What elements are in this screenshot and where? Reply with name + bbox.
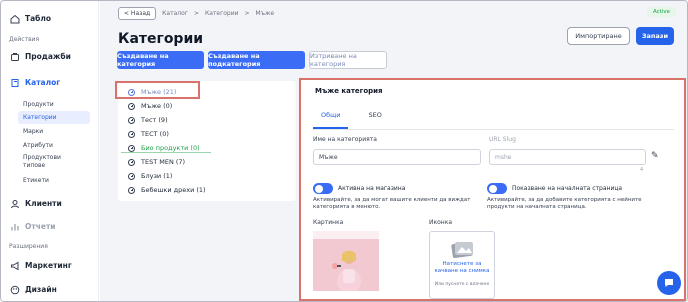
expand-icon[interactable]: [128, 130, 135, 138]
expand-icon[interactable]: [128, 158, 135, 166]
image-label: Картинка: [313, 219, 344, 226]
sidebar-item-label: Каталог: [25, 78, 61, 87]
icon-upload-dropzone[interactable]: Натиснете за качване на снимка Или пусне…: [429, 231, 495, 299]
import-button[interactable]: Импортиране: [567, 27, 630, 45]
sidebar-item-sales[interactable]: Продажби: [9, 51, 71, 62]
category-image[interactable]: [313, 231, 379, 291]
app-window: Табло Действия Продажби Каталог Продукти…: [0, 0, 688, 302]
sidebar-subitem-brands[interactable]: Марки: [23, 128, 43, 135]
slug-char-count: 4: [640, 167, 644, 173]
url-slug-field[interactable]: mshe: [489, 149, 646, 165]
category-item[interactable]: Био продукти (0): [128, 144, 200, 152]
sidebar-item-dashboard[interactable]: Табло: [9, 13, 51, 24]
upload-cta-text[interactable]: Натиснете за качване на снимка: [434, 261, 490, 275]
expand-icon[interactable]: [128, 144, 135, 152]
expand-icon[interactable]: [128, 186, 135, 194]
category-label: TEST MEN (7): [141, 158, 186, 166]
sidebar-subitem-attributes[interactable]: Атрибути: [23, 142, 53, 149]
upload-hint-text: Или пуснете с влачене: [434, 282, 490, 287]
category-label: ТЕСТ (0): [141, 130, 169, 138]
sidebar-subitem-tags[interactable]: Етикети: [23, 177, 49, 184]
create-subcategory-button[interactable]: Създаване на подкатегория: [208, 51, 305, 69]
selected-category-highlight: [115, 81, 200, 99]
tab-divider: [313, 129, 674, 130]
sidebar-item-label: Дизайн: [25, 285, 57, 294]
sidebar-section-actions: Действия: [9, 36, 40, 43]
sidebar-section-extensions: Разширения: [9, 243, 48, 250]
breadcrumb-catalog[interactable]: Каталог: [162, 10, 188, 17]
category-item[interactable]: Блузи (1): [128, 172, 172, 180]
drop-indicator: [121, 152, 211, 153]
sidebar-subitem-categories[interactable]: Категории: [18, 111, 90, 124]
save-button[interactable]: Запази: [636, 27, 674, 45]
sidebar: Табло Действия Продажби Каталог Продукти…: [1, 1, 99, 301]
chat-bubble-button[interactable]: [657, 271, 681, 295]
back-button[interactable]: < Назад: [118, 7, 157, 20]
upload-image-icon: [451, 241, 473, 259]
users-icon: [9, 198, 20, 209]
homepage-toggle[interactable]: [487, 183, 507, 194]
active-toggle-label: Активна на магазина: [338, 185, 406, 192]
panel-title: Мъже категория: [315, 87, 383, 95]
breadcrumb-categories[interactable]: Категории: [205, 10, 239, 17]
category-label: Мъже (0): [141, 102, 173, 110]
sidebar-item-reports[interactable]: Отчети: [9, 221, 56, 232]
slug-label: URL Slug: [489, 136, 516, 143]
sidebar-subitem-product-types[interactable]: Продуктови типове: [23, 154, 67, 169]
category-label: Блузи (1): [141, 172, 173, 180]
category-edit-panel: Мъже категория Общи SEO Име на категория…: [299, 78, 686, 301]
category-name-field[interactable]: Мъже: [313, 149, 481, 165]
homepage-toggle-label: Показване на началната страница: [512, 185, 623, 192]
breadcrumb-current: Мъже: [255, 10, 275, 17]
page-title: Категории: [118, 31, 204, 47]
status-badge: Active: [646, 7, 676, 17]
tab-bar: Общи SEO: [313, 111, 382, 129]
chat-icon: [665, 279, 673, 287]
category-item[interactable]: Мъже (0): [128, 102, 172, 110]
sidebar-subitem-products[interactable]: Продукти: [23, 101, 54, 108]
main-content: < Назад Каталог > Категории > Мъже Activ…: [100, 1, 687, 301]
breadcrumb: < Назад Каталог > Категории > Мъже: [118, 7, 274, 20]
megaphone-icon: [9, 260, 20, 271]
sidebar-item-label: Продажби: [25, 52, 71, 61]
sidebar-item-customers[interactable]: Клиенти: [9, 198, 62, 209]
sidebar-item-label: Клиенти: [25, 199, 62, 208]
expand-icon[interactable]: [128, 172, 135, 180]
category-item[interactable]: ТЕСТ (0): [128, 130, 169, 138]
sidebar-item-marketing[interactable]: Маркетинг: [9, 260, 72, 271]
expand-icon[interactable]: [128, 116, 135, 124]
edit-pencil-icon[interactable]: ✎: [651, 151, 659, 161]
category-item[interactable]: Тест (9): [128, 116, 168, 124]
breadcrumb-separator: >: [244, 10, 250, 17]
category-label: Бебешки дрехи (1): [141, 186, 206, 194]
create-category-button[interactable]: Създаване на категория: [117, 51, 204, 69]
reports-icon: [9, 221, 20, 232]
name-label: Име на категорията: [313, 136, 377, 143]
category-label: Био продукти (0): [141, 144, 200, 152]
home-icon: [9, 13, 20, 24]
breadcrumb-separator: >: [193, 10, 199, 17]
cart-icon: [9, 51, 20, 62]
icon-label: Иконка: [429, 219, 453, 226]
category-list: Мъже (21) Мъже (0) Тест (9) ТЕСТ (0) Био…: [118, 81, 296, 201]
sidebar-item-label: Отчети: [25, 222, 56, 231]
design-icon: [9, 284, 20, 295]
sidebar-item-label: Маркетинг: [25, 261, 72, 270]
expand-icon[interactable]: [128, 102, 135, 110]
active-toggle[interactable]: [313, 183, 333, 194]
tab-general[interactable]: Общи: [313, 111, 349, 129]
active-toggle-help: Активирайте, за да могат вашите клиенти …: [313, 197, 471, 210]
delete-category-button[interactable]: Изтриване на категория: [309, 51, 387, 69]
homepage-toggle-help: Активирайте, за да добавите категорията …: [487, 197, 642, 210]
sidebar-item-label: Табло: [25, 14, 52, 23]
category-label: Тест (9): [141, 116, 168, 124]
catalog-icon: [9, 77, 20, 88]
tab-seo[interactable]: SEO: [368, 111, 381, 129]
sidebar-item-catalog[interactable]: Каталог: [9, 77, 60, 88]
category-item[interactable]: Бебешки дрехи (1): [128, 186, 206, 194]
sidebar-item-design[interactable]: Дизайн: [9, 284, 57, 295]
category-item[interactable]: TEST MEN (7): [128, 158, 185, 166]
